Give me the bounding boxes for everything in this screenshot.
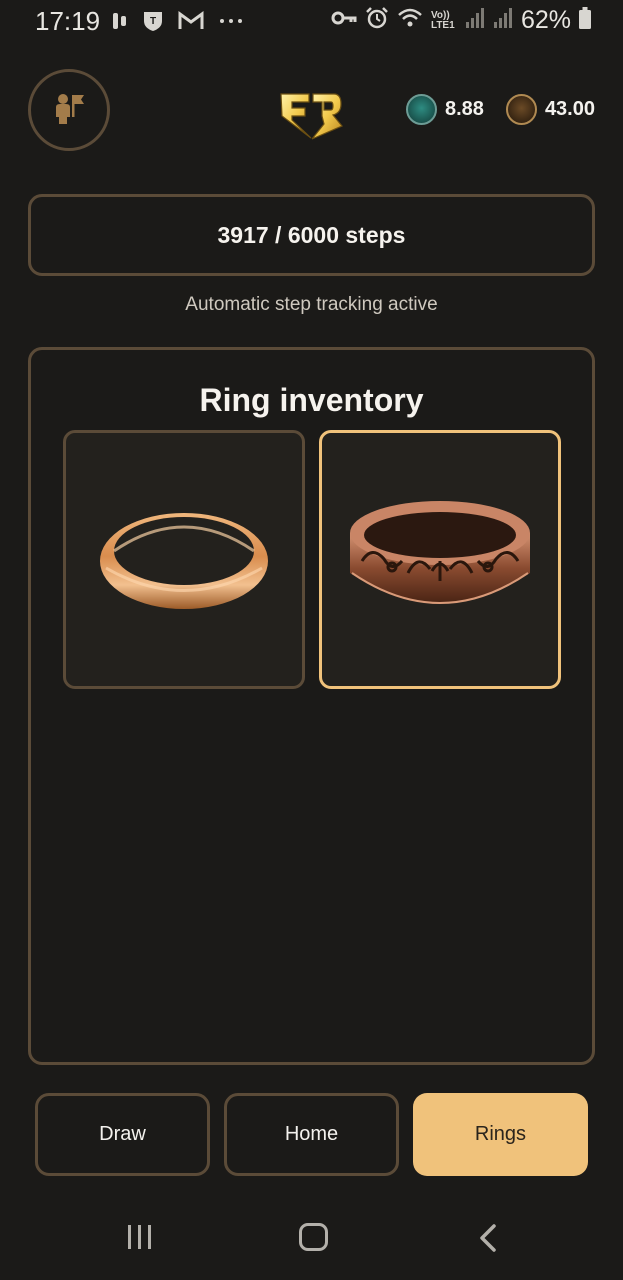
svg-text:T: T [150, 16, 156, 27]
ring-inventory-panel: Ring inventory [28, 347, 595, 1065]
tab-draw[interactable]: Draw [35, 1093, 210, 1176]
status-bar: 17:19 T Vo)) LTE1 62% [0, 0, 623, 44]
profile-button[interactable] [28, 69, 110, 151]
eri-coin-icon [505, 94, 537, 125]
battery-icon [579, 7, 591, 34]
ert-coin-icon [406, 94, 437, 125]
wifi-icon [397, 7, 423, 34]
er-logo-icon [278, 86, 344, 142]
signal-icon [493, 7, 513, 34]
gold-ring-icon [100, 513, 268, 609]
inventory-title: Ring inventory [199, 382, 424, 418]
shield-t-icon: T [142, 9, 164, 38]
back-icon[interactable] [478, 1224, 498, 1252]
ornate-ring-icon [350, 501, 530, 604]
balances: 8.88 43.00 [406, 94, 595, 125]
ring-card-gold[interactable] [63, 430, 305, 689]
eri-balance: 43.00 [544, 98, 595, 120]
tab-rings[interactable]: Rings [413, 1093, 588, 1176]
home-nav-icon[interactable] [299, 1223, 328, 1251]
status-time: 17:19 [35, 6, 101, 36]
tab-home[interactable]: Home [224, 1093, 399, 1176]
system-nav-bar [0, 1200, 623, 1280]
steps-counter: 3917 / 6000 steps [28, 194, 595, 276]
gmail-icon [178, 11, 204, 36]
ert-balance: 8.88 [445, 98, 484, 120]
app-screen: 17:19 T Vo)) LTE1 62% 8.88 43.00 3917 / … [0, 0, 623, 1280]
vpn-key-icon [331, 8, 357, 33]
alarm-icon [365, 6, 389, 35]
lte-icon: Vo)) LTE1 [430, 9, 455, 31]
signal-icon [465, 7, 485, 34]
battery-percent: 62% [520, 6, 571, 34]
person-flag-icon [52, 91, 86, 130]
steps-text: 3917 / 6000 steps [217, 221, 406, 248]
recents-icon[interactable] [126, 1224, 154, 1250]
tracking-status: Automatic step tracking active [185, 294, 438, 315]
more-icon [218, 11, 244, 36]
ring-card-ornate[interactable] [319, 430, 561, 689]
notification-icon [112, 10, 128, 37]
